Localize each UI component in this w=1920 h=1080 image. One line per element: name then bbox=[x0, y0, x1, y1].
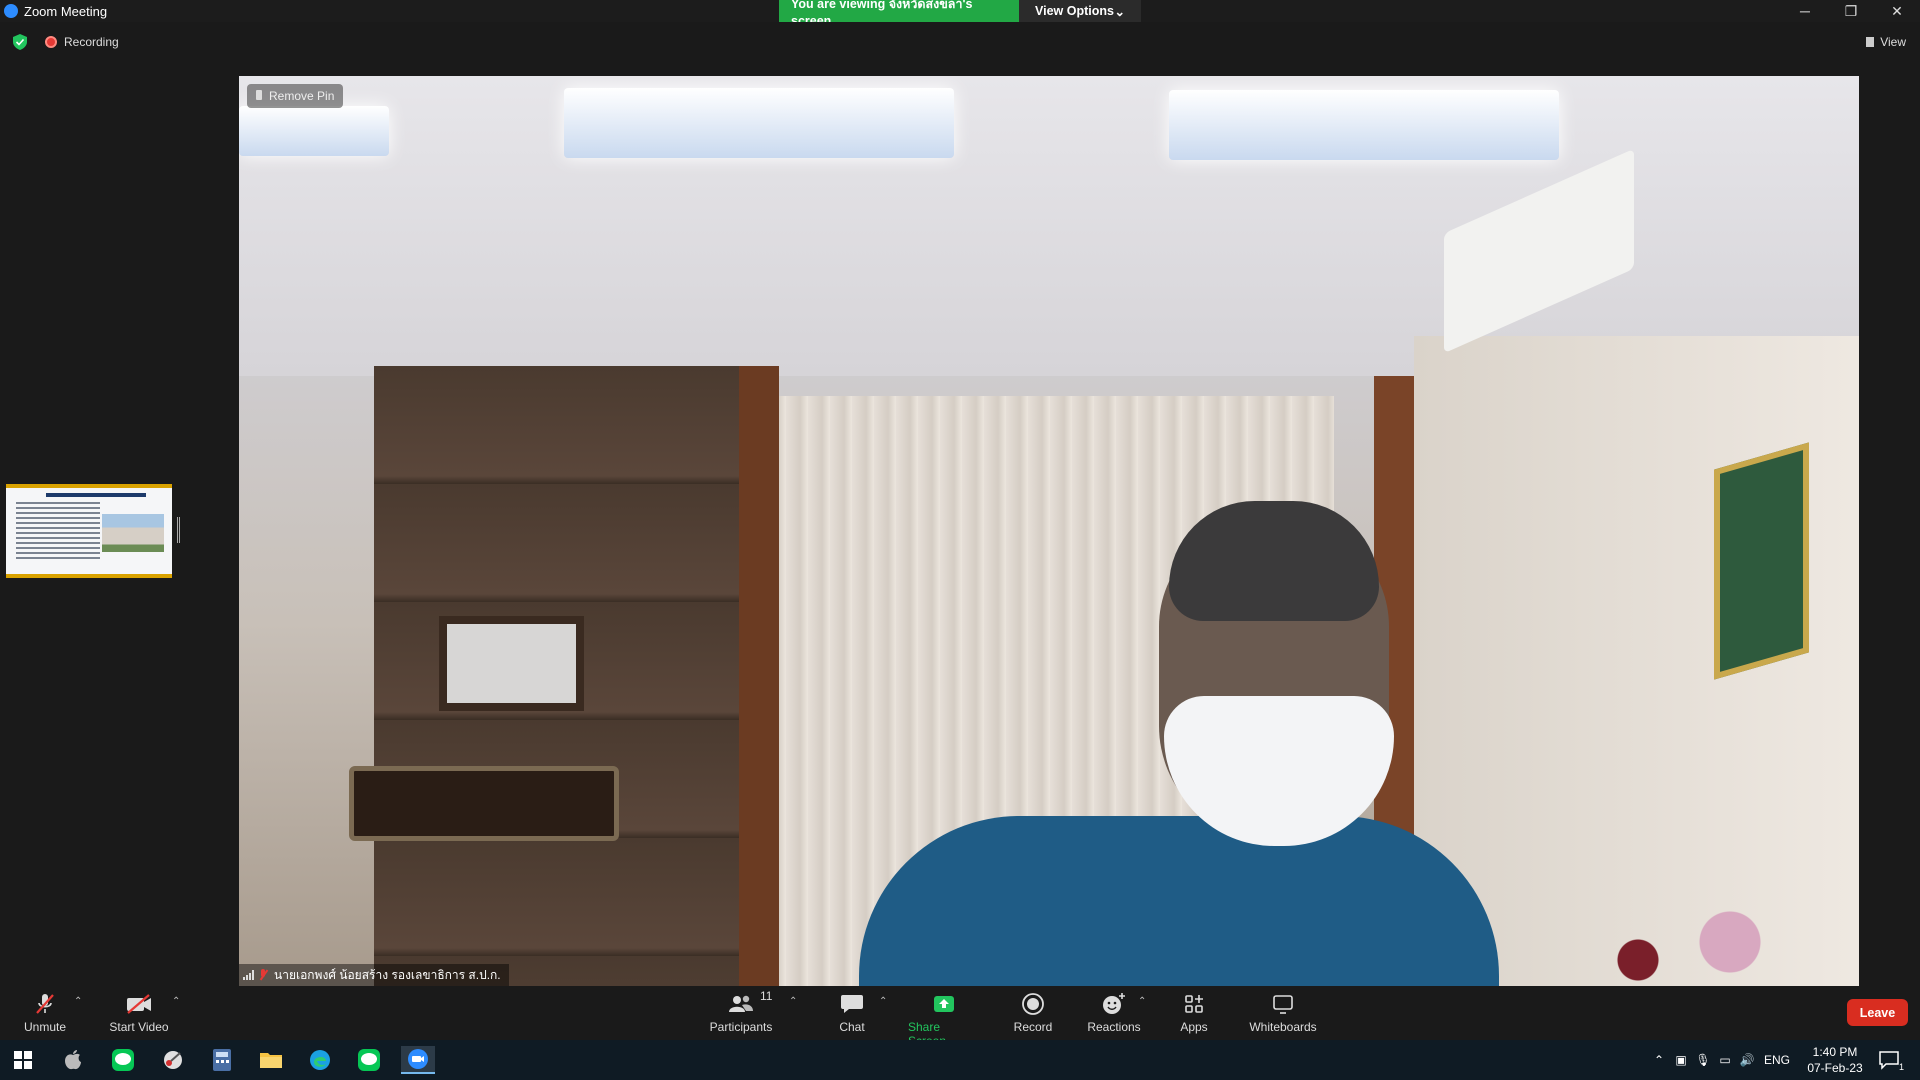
clock-date: 07-Feb-23 bbox=[1807, 1061, 1863, 1075]
share-screen-icon bbox=[930, 991, 958, 1017]
unmute-label: Unmute bbox=[23, 1020, 67, 1034]
network-icon[interactable]: ▭ bbox=[1714, 1053, 1736, 1067]
file-explorer-icon[interactable] bbox=[254, 1046, 288, 1074]
input-language[interactable]: ENG bbox=[1758, 1053, 1796, 1067]
meeting-status-bar: Recording View bbox=[0, 22, 1920, 62]
zoom-taskbar-icon[interactable] bbox=[401, 1046, 435, 1074]
leave-button[interactable]: Leave bbox=[1847, 999, 1908, 1026]
speaker-icon[interactable]: 🔊 bbox=[1736, 1053, 1758, 1067]
line-app-icon-2[interactable] bbox=[352, 1046, 386, 1074]
system-tray: ⌃ ▣ 🎙 ▭ 🔊 ENG bbox=[1648, 1040, 1796, 1080]
reactions-options-caret-icon[interactable]: ⌃ bbox=[1138, 996, 1146, 1007]
shield-check-icon[interactable] bbox=[13, 34, 27, 50]
signal-strength-icon bbox=[243, 970, 254, 980]
close-button[interactable]: ✕ bbox=[1874, 0, 1920, 22]
muted-mic-icon bbox=[258, 969, 268, 981]
remove-pin-button[interactable]: Remove Pin bbox=[247, 84, 344, 108]
mic-off-icon bbox=[31, 991, 59, 1017]
chat-options-caret-icon[interactable]: ⌃ bbox=[879, 996, 887, 1007]
participant-name: นายเอกพงศ์ น้อยสร้าง รองเลขาธิการ ส.ป.ก. bbox=[274, 967, 501, 982]
apps-icon bbox=[1180, 991, 1208, 1017]
whiteboards-label: Whiteboards bbox=[1249, 1020, 1317, 1034]
window-controls: ─ ❐ ✕ bbox=[1782, 0, 1920, 22]
person-shirt bbox=[859, 816, 1499, 986]
zoom-logo-icon bbox=[4, 4, 18, 18]
record-button[interactable]: Record bbox=[1013, 986, 1053, 1034]
recording-indicator[interactable]: Recording bbox=[45, 35, 119, 49]
taskbar-clock[interactable]: 1:40 PM 07-Feb-23 bbox=[1800, 1044, 1870, 1076]
window-title: Zoom Meeting bbox=[24, 3, 108, 19]
wood-pillar bbox=[739, 366, 779, 986]
thumbnail-resize-handle[interactable] bbox=[177, 517, 180, 543]
apps-button[interactable]: Apps bbox=[1178, 986, 1210, 1034]
microphone-icon[interactable]: 🎙 bbox=[1692, 1053, 1714, 1067]
participant-name-tag: นายเอกพงศ์ น้อยสร้าง รองเลขาธิการ ส.ป.ก. bbox=[239, 964, 509, 986]
person-hair bbox=[1169, 501, 1379, 621]
windows-start-icon[interactable] bbox=[6, 1046, 40, 1074]
view-options-label: View Options bbox=[1035, 4, 1114, 18]
notification-count: 1 bbox=[1898, 1062, 1904, 1072]
edge-browser-icon[interactable] bbox=[303, 1046, 337, 1074]
video-off-icon bbox=[125, 991, 153, 1017]
view-options-button[interactable]: View Options ⌄ bbox=[1019, 0, 1141, 22]
reactions-label: Reactions bbox=[1087, 1020, 1141, 1034]
recording-label: Recording bbox=[64, 35, 119, 49]
tray-app-icon[interactable]: ▣ bbox=[1670, 1053, 1692, 1067]
unmute-button[interactable]: Unmute bbox=[22, 986, 68, 1034]
tray-overflow-chevron-icon[interactable]: ⌃ bbox=[1648, 1053, 1670, 1067]
ceiling-light bbox=[1169, 90, 1559, 160]
participants-button[interactable]: 11 Participants bbox=[708, 986, 774, 1034]
reactions-button[interactable]: Reactions bbox=[1087, 986, 1141, 1034]
start-video-label: Start Video bbox=[109, 1020, 169, 1034]
thumbnail-text-block bbox=[16, 502, 100, 560]
record-dot-icon bbox=[45, 36, 57, 48]
view-grid-icon bbox=[1866, 37, 1875, 47]
audio-options-caret-icon[interactable]: ⌃ bbox=[74, 996, 82, 1007]
participants-label: Participants bbox=[709, 1020, 773, 1034]
video-options-caret-icon[interactable]: ⌃ bbox=[172, 996, 180, 1007]
chat-bubble-icon bbox=[838, 991, 866, 1017]
thumbnail-title-bar bbox=[46, 493, 146, 497]
active-speaker-video[interactable]: Remove Pin นายเอกพงศ์ น้อยสร้าง รองเลขาธ… bbox=[239, 76, 1859, 986]
chevron-down-icon: ⌄ bbox=[1114, 4, 1125, 19]
share-banner: You are viewing จังหวัดสงขลา's screen Vi… bbox=[779, 0, 1141, 28]
record-label: Record bbox=[1013, 1020, 1053, 1034]
whiteboard-icon bbox=[1269, 991, 1297, 1017]
participants-icon: 11 bbox=[727, 989, 772, 1017]
flower-vase bbox=[1569, 906, 1799, 986]
thumbnail-building-image bbox=[102, 514, 164, 552]
share-screen-button[interactable]: Share Screen bbox=[908, 986, 980, 1048]
minimize-button[interactable]: ─ bbox=[1782, 0, 1828, 22]
title-bar: Zoom Meeting You are viewing จังหวัดสงขล… bbox=[0, 0, 1920, 28]
snipping-tool-icon[interactable] bbox=[156, 1046, 190, 1074]
viewing-screen-label: You are viewing จังหวัดสงขลา's screen bbox=[779, 0, 1019, 28]
right-wall bbox=[1414, 336, 1859, 986]
whiteboards-button[interactable]: Whiteboards bbox=[1247, 986, 1319, 1034]
ceiling-light bbox=[239, 106, 389, 156]
apple-app-icon[interactable] bbox=[56, 1046, 90, 1074]
view-button[interactable]: View bbox=[1866, 35, 1906, 49]
ceiling-light bbox=[564, 88, 954, 158]
chat-button[interactable]: Chat bbox=[834, 986, 870, 1034]
calculator-icon[interactable] bbox=[205, 1046, 239, 1074]
chat-label: Chat bbox=[839, 1020, 865, 1034]
wall-photo-frame bbox=[439, 616, 584, 711]
meeting-toolbar: Unmute ⌃ Start Video ⌃ 11 Participants ⌃… bbox=[0, 986, 1920, 1048]
restore-button[interactable]: ❐ bbox=[1828, 0, 1874, 22]
record-icon bbox=[1019, 991, 1047, 1017]
line-app-icon[interactable] bbox=[106, 1046, 140, 1074]
view-label: View bbox=[1880, 35, 1906, 49]
start-video-button[interactable]: Start Video bbox=[106, 986, 172, 1034]
notification-center-icon[interactable]: 1 bbox=[1872, 1046, 1906, 1074]
participants-options-caret-icon[interactable]: ⌃ bbox=[789, 996, 797, 1007]
shared-screen-thumbnail[interactable] bbox=[6, 484, 172, 578]
clock-time: 1:40 PM bbox=[1812, 1045, 1858, 1059]
wall-portrait-frame bbox=[1714, 442, 1809, 680]
apps-label: Apps bbox=[1180, 1020, 1208, 1034]
participants-count: 11 bbox=[760, 989, 773, 1003]
windows-taskbar: ⌃ ▣ 🎙 ▭ 🔊 ENG 1:40 PM 07-Feb-23 1 bbox=[0, 1040, 1920, 1080]
smiley-plus-icon bbox=[1100, 991, 1128, 1017]
wall-plaque bbox=[349, 766, 619, 841]
